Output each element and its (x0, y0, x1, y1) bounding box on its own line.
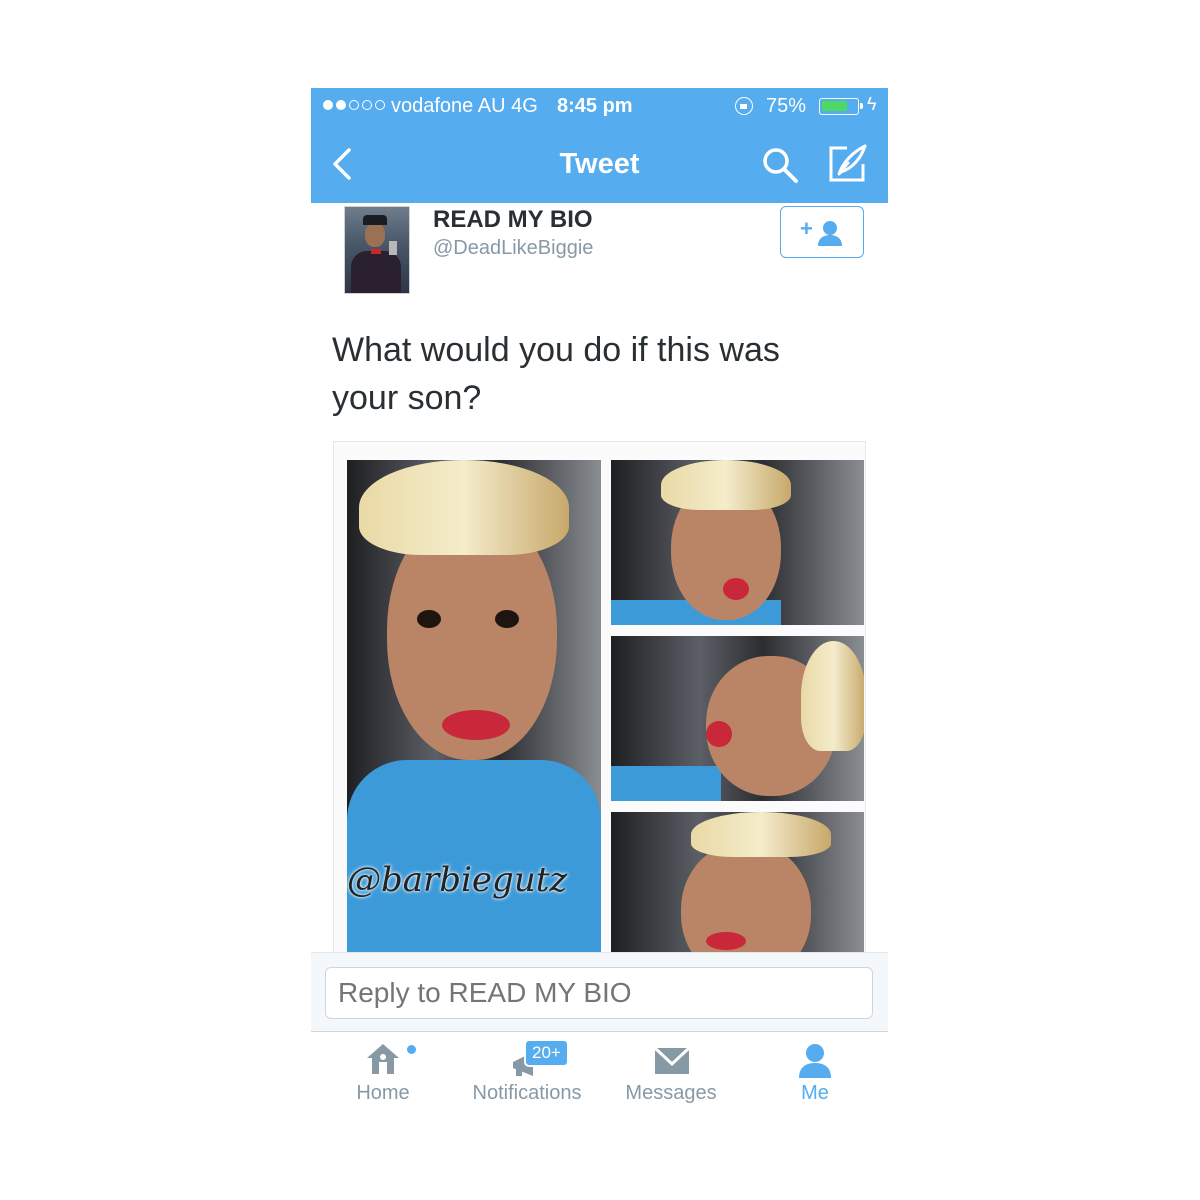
display-name[interactable]: READ MY BIO (433, 206, 593, 234)
signal-dot (323, 100, 333, 110)
tab-label: Messages (625, 1082, 717, 1104)
media-photo-1[interactable] (611, 460, 864, 625)
network-type: 4G (511, 95, 538, 117)
signal-dot (349, 100, 359, 110)
tab-label: Home (356, 1082, 410, 1104)
battery-percent: 75% (766, 95, 807, 117)
nav-bar: Tweet (311, 126, 888, 203)
carrier-label: vodafone AU (391, 95, 506, 117)
rotation-lock-icon (735, 97, 753, 115)
media-photo-3[interactable] (611, 812, 864, 960)
signal-strength-icon (323, 100, 385, 110)
person-icon (799, 1044, 831, 1078)
reply-bar (311, 952, 888, 1032)
signal-dot (375, 100, 385, 110)
avatar-bowtie (371, 249, 381, 254)
tab-label: Notifications (472, 1082, 582, 1104)
page-title: Tweet (559, 148, 640, 180)
photo-hair (801, 641, 864, 751)
plus-icon: + (800, 216, 813, 241)
photo-lips (706, 932, 746, 950)
tweet-media[interactable]: @barbiegutz (333, 441, 866, 961)
tab-home[interactable]: Home (311, 1032, 455, 1118)
photo-shirt (611, 766, 721, 801)
photo-eye (495, 610, 519, 628)
photo-hair (661, 460, 791, 510)
photo-face (681, 842, 811, 960)
phone-screen: vodafone AU 4G 8:45 pm 75% ϟ Tweet READ … (311, 88, 888, 1118)
carrier-name: vodafone AU 4G (391, 95, 538, 118)
compose-icon[interactable] (825, 142, 869, 186)
charging-bolt-icon: ϟ (867, 94, 877, 114)
top-bar: vodafone AU 4G 8:45 pm 75% ϟ Tweet (311, 88, 888, 203)
battery-fill (822, 101, 847, 111)
tab-messages[interactable]: Messages (599, 1032, 743, 1118)
signal-dot (336, 100, 346, 110)
photo-lips (723, 578, 749, 600)
photo-hair (359, 460, 569, 555)
photo-eye (417, 610, 441, 628)
avatar[interactable] (344, 206, 410, 294)
status-bar: vodafone AU 4G 8:45 pm 75% ϟ (311, 88, 888, 126)
avatar-phone (389, 241, 397, 255)
follow-button[interactable]: + (780, 206, 864, 258)
media-photo-main[interactable]: @barbiegutz (347, 460, 601, 960)
avatar-face (365, 223, 385, 247)
envelope-icon (653, 1046, 691, 1074)
tab-me[interactable]: Me (743, 1032, 887, 1118)
home-icon (367, 1044, 399, 1074)
status-time: 8:45 pm (557, 95, 633, 117)
signal-dot (362, 100, 372, 110)
media-photo-2[interactable] (611, 636, 864, 801)
add-user-icon (818, 221, 842, 246)
avatar-hat (363, 215, 387, 225)
media-watermark: @barbiegutz (347, 860, 568, 900)
reply-input[interactable] (325, 967, 873, 1019)
notification-badge: 20+ (524, 1039, 569, 1067)
tab-bar: Home 20+ Notifications Messages Me (311, 1032, 888, 1118)
photo-hair (691, 812, 831, 857)
photo-lips (442, 710, 510, 740)
search-icon[interactable] (759, 144, 801, 186)
battery-icon (819, 98, 863, 115)
photo-lips (706, 721, 732, 747)
tab-label: Me (801, 1082, 829, 1104)
tab-notifications[interactable]: 20+ Notifications (455, 1032, 599, 1118)
avatar-body (351, 251, 401, 293)
user-handle[interactable]: @DeadLikeBiggie (433, 237, 593, 260)
tweet-text: What would you do if this was your son? (332, 331, 780, 417)
unread-dot (407, 1045, 416, 1054)
